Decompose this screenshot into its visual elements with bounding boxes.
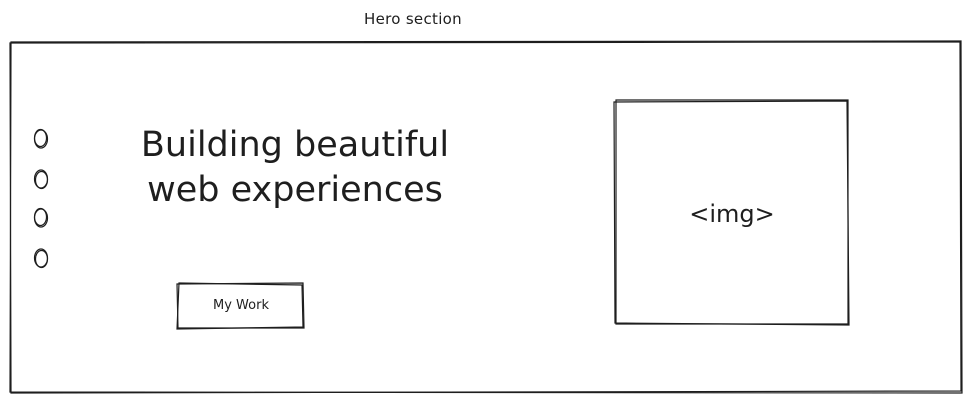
slider-dot-2[interactable] [33, 169, 49, 190]
image-placeholder-label: <img> [689, 200, 775, 228]
headline-line-2: web experiences [147, 170, 443, 211]
slider-dot-3[interactable] [33, 207, 49, 228]
my-work-button[interactable]: My Work [178, 284, 304, 328]
slider-dots [33, 128, 49, 269]
slider-dot-1[interactable] [33, 128, 49, 149]
slider-dot-4[interactable] [33, 248, 49, 269]
section-label: Hero section [364, 10, 462, 28]
headline-line-1: Building beautiful [140, 125, 450, 166]
hero-headline: Building beautiful web experiences [110, 123, 480, 213]
